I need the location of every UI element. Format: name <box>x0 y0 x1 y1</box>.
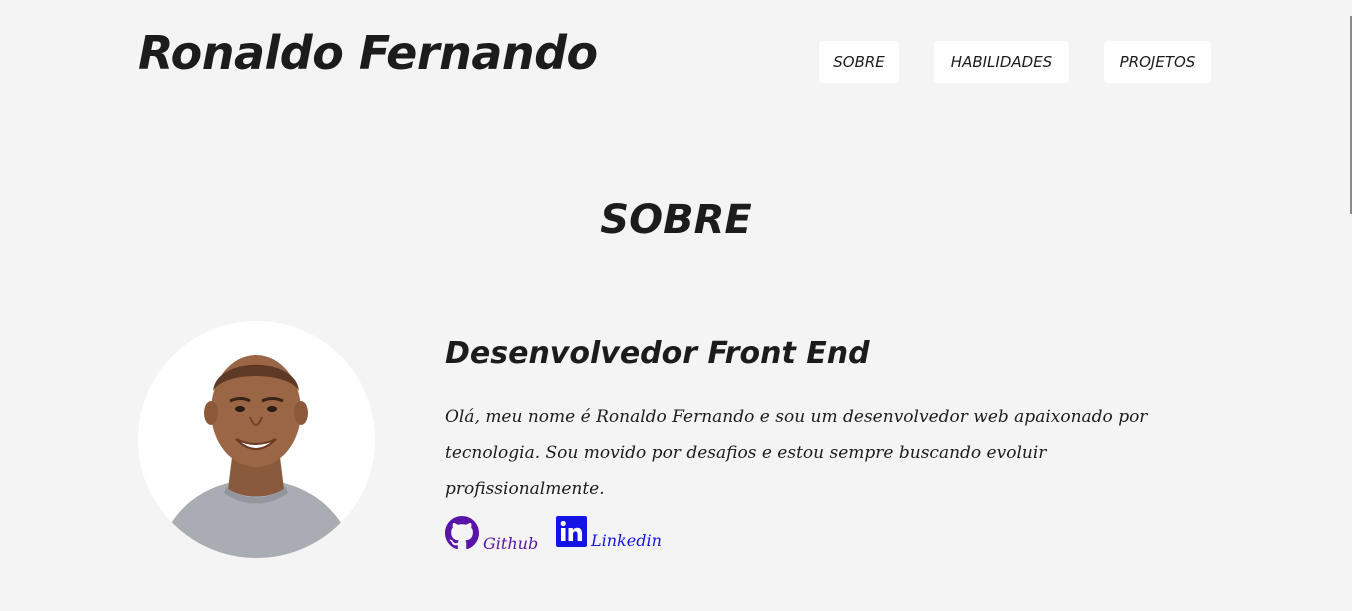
section-title: SOBRE <box>600 197 752 243</box>
linkedin-icon <box>556 516 587 551</box>
linkedin-link[interactable]: Linkedin <box>556 516 662 551</box>
page: Ronaldo Fernando SOBRE HABILIDADES PROJE… <box>0 0 1352 611</box>
profile-photo <box>138 321 375 558</box>
linkedin-label: Linkedin <box>591 531 662 550</box>
github-label: Github <box>483 534 539 553</box>
nav-link-projetos[interactable]: PROJETOS <box>1104 41 1211 83</box>
github-icon <box>445 516 479 554</box>
nav-link-sobre[interactable]: SOBRE <box>819 41 899 83</box>
github-link[interactable]: Github <box>445 516 538 554</box>
main-nav: SOBRE HABILIDADES PROJETOS <box>0 41 1352 83</box>
bio-text: Olá, meu nome é Ronaldo Fernando e sou u… <box>445 407 1148 499</box>
nav-link-habilidades[interactable]: HABILIDADES <box>934 41 1069 83</box>
role-title: Desenvolvedor Front End <box>445 336 870 371</box>
